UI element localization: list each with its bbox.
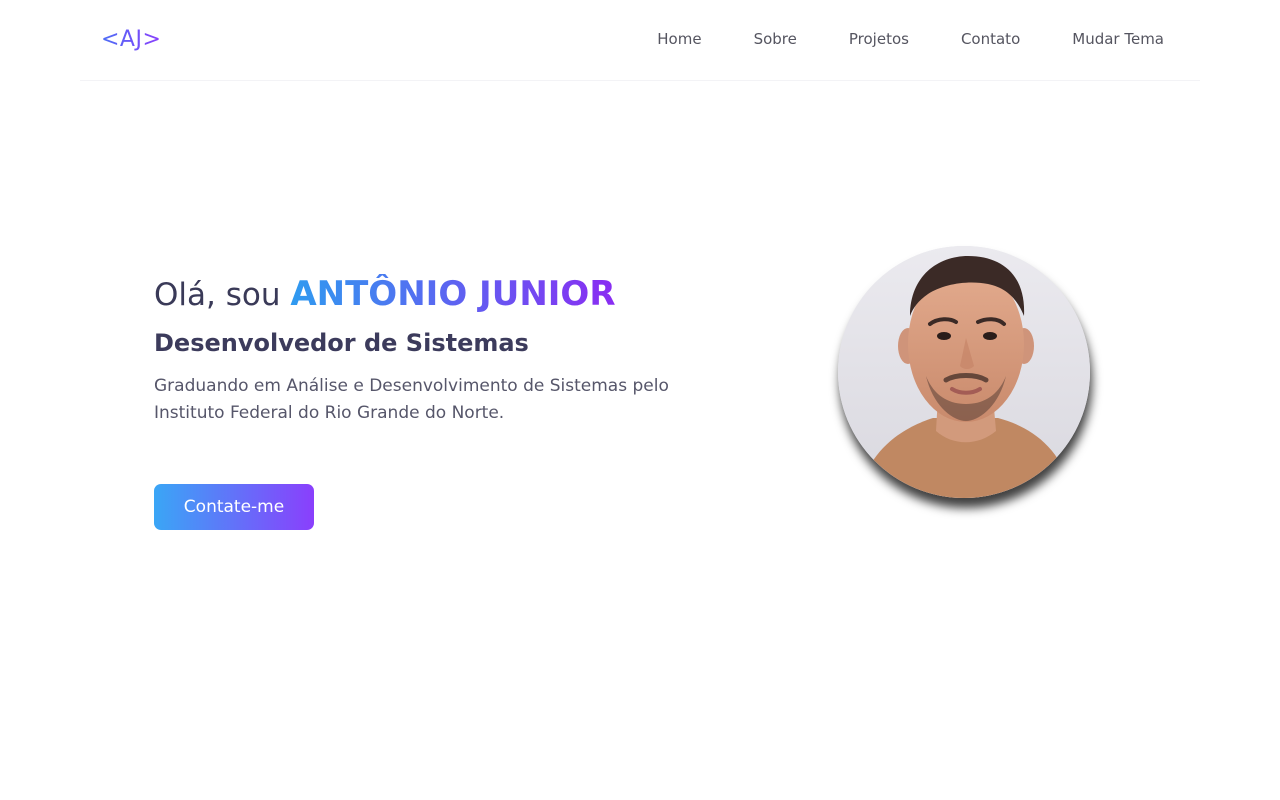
logo[interactable]: <AJ> bbox=[101, 27, 161, 52]
greeting-prefix: Olá, sou bbox=[154, 277, 281, 313]
hero-name: ANTÔNIO JUNIOR bbox=[290, 274, 616, 314]
hero-section: Olá, sou ANTÔNIO JUNIOR Desenvolvedor de… bbox=[154, 270, 714, 427]
nav-mudar-tema[interactable]: Mudar Tema bbox=[1072, 30, 1164, 48]
nav-projetos[interactable]: Projetos bbox=[849, 30, 909, 48]
site-header: <AJ> Home Sobre Projetos Contato Mudar T… bbox=[80, 0, 1200, 81]
main-nav: Home Sobre Projetos Contato Mudar Tema bbox=[657, 30, 1164, 48]
profile-photo bbox=[838, 246, 1090, 498]
hero-description: Graduando em Análise e Desenvolvimento d… bbox=[154, 376, 669, 423]
hero-greeting: Olá, sou ANTÔNIO JUNIOR bbox=[154, 270, 714, 319]
contact-button[interactable]: Contate-me bbox=[154, 484, 314, 530]
hero-role: Desenvolvedor de Sistemas bbox=[154, 329, 529, 357]
nav-contato[interactable]: Contato bbox=[961, 30, 1020, 48]
nav-home[interactable]: Home bbox=[657, 30, 701, 48]
nav-sobre[interactable]: Sobre bbox=[754, 30, 797, 48]
profile-photo-illustration bbox=[838, 246, 1090, 498]
